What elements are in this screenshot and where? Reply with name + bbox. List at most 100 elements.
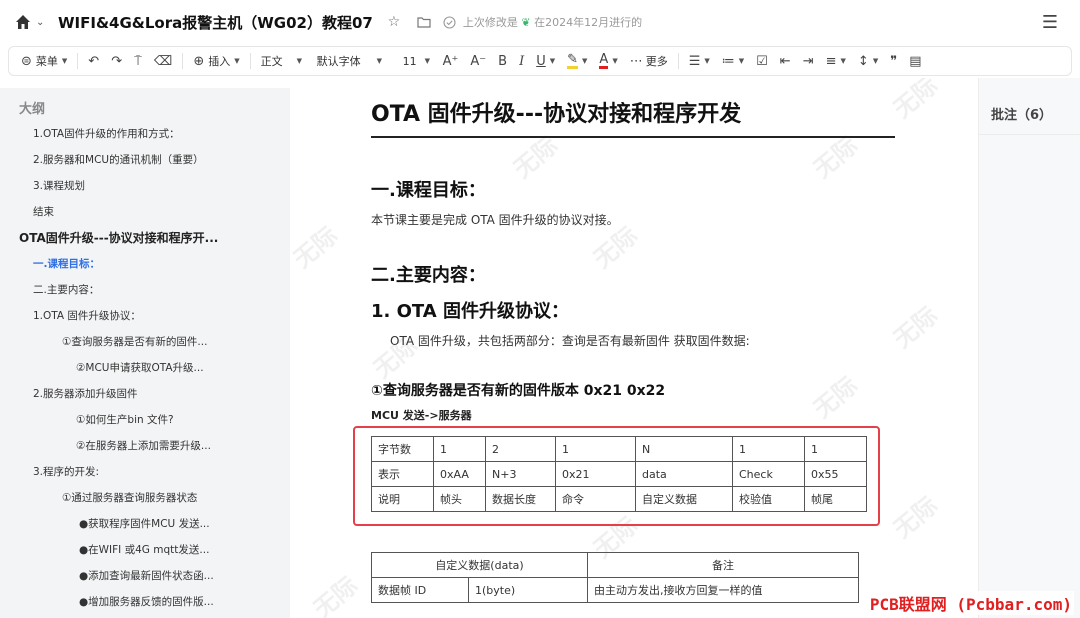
quote-button[interactable]: ❞: [884, 49, 903, 73]
redo-button[interactable]: ↷: [105, 49, 128, 73]
outline-item[interactable]: 二.主要内容：: [33, 282, 99, 297]
comments-count-label[interactable]: 批注（6）: [991, 104, 1052, 123]
more-dots-icon: ⋯: [629, 53, 643, 69]
align-button[interactable]: ≡ ▼: [820, 49, 852, 73]
table-cell: 数据长度: [485, 486, 556, 512]
outline-item[interactable]: ●增加服务器反馈的固件版...: [79, 594, 214, 609]
menu-button[interactable]: ⊜ 菜单 ▼: [15, 49, 73, 73]
table-header-row: 自定义数据(data) 备注: [371, 552, 859, 578]
card-button[interactable]: ▤: [903, 49, 927, 73]
table-cell: 表示: [371, 461, 434, 487]
outline-item[interactable]: ●添加查询最新固件状态函...: [79, 568, 214, 583]
leaf-icon: ❦: [521, 16, 531, 29]
outline-item[interactable]: 1.OTA 固件升级协议：: [33, 308, 141, 323]
outline-item[interactable]: ●获取程序固件MCU 发送...: [79, 516, 210, 531]
save-status: 上次修改是 ❦ 在2024年12月进行的: [463, 14, 642, 30]
document-heading: OTA 固件升级---协议对接和程序开发: [371, 96, 895, 138]
checkbox-icon: ☑: [756, 53, 768, 69]
line-spacing-button[interactable]: ↕ ▼: [852, 49, 884, 73]
home-icon[interactable]: [12, 11, 34, 33]
decrease-font-button[interactable]: A⁻: [464, 49, 492, 73]
toolbar-divider: [77, 53, 79, 69]
table-cell: 字节数: [371, 436, 434, 462]
dropdown-arrow-icon: ▼: [840, 57, 846, 65]
redo-icon: ↷: [111, 53, 123, 69]
outline-item[interactable]: ②MCU申请获取OTA升级...: [76, 360, 204, 375]
outline-item[interactable]: 1.OTA固件升级的作用和方式：: [33, 126, 180, 141]
chevron-down-icon[interactable]: ⌄: [36, 17, 50, 28]
table-cell: 说明: [371, 486, 434, 512]
font-family-label: 默认字体: [316, 55, 361, 68]
table-cell: N+3: [485, 461, 556, 487]
table-cell: 1: [732, 436, 805, 462]
outline-item[interactable]: ①通过服务器查询服务器状态: [62, 490, 197, 505]
increase-font-button[interactable]: A⁺: [437, 49, 465, 73]
undo-icon: ↶: [88, 53, 100, 69]
plus-circle-icon: ⊕: [193, 53, 205, 69]
indent-button[interactable]: ⇥: [797, 49, 820, 73]
menu-circle-icon: ⊜: [21, 53, 32, 69]
table-cell: 0x55: [804, 461, 867, 487]
underline-button[interactable]: U ▼: [530, 49, 561, 73]
bold-button[interactable]: B: [492, 49, 513, 73]
saved-check-icon: [441, 13, 459, 31]
outline-item[interactable]: ●在WIFI 或4G mqtt发送...: [79, 542, 209, 557]
table-header-cell: 自定义数据(data): [371, 552, 588, 578]
outline-item[interactable]: 3.课程规划: [33, 178, 85, 193]
watermark: 无际: [888, 491, 943, 544]
folder-icon[interactable]: [415, 13, 433, 31]
eraser-icon: ⌫: [153, 53, 173, 69]
font-color-icon: A: [599, 52, 609, 69]
font-increase-icon: A⁺: [442, 53, 459, 69]
toolbar-divider: [182, 53, 184, 69]
table-cell: 0x21: [555, 461, 636, 487]
table-header-cell: 备注: [587, 552, 859, 578]
table-cell: 2: [485, 436, 556, 462]
dropdown-arrow-icon: ▼: [612, 57, 618, 65]
highlight-button[interactable]: ✎ ▼: [561, 49, 593, 73]
underline-icon: U: [536, 53, 546, 69]
outline-item-active[interactable]: 一.课程目标：: [33, 256, 100, 271]
outline-item[interactable]: 3.程序的开发:: [33, 464, 99, 479]
bullet-list-icon: ☰: [688, 53, 701, 69]
outline-item[interactable]: ②在服务器上添加需要升级...: [76, 438, 211, 453]
clear-format-button[interactable]: ⌫: [148, 49, 178, 73]
paragraph-style-select[interactable]: 正文 ▼: [255, 49, 311, 73]
app-window: ⌄ WIFI&4G&Lora报警主机（WG02）教程07 ☆ 上次修改是 ❦ 在…: [0, 0, 1080, 618]
document-canvas[interactable]: 无际 无际 无际 无际 无际 无际 无际 无际 无际 无际 无际 OTA 固件升…: [290, 78, 978, 618]
quote-icon: ❞: [890, 53, 898, 69]
outline-item[interactable]: OTA固件升级---协议对接和程序开...: [19, 229, 218, 246]
outline-item[interactable]: 2.服务器和MCU的通讯机制（重要）: [33, 152, 204, 167]
dropdown-arrow-icon: ▼: [704, 57, 710, 65]
paragraph: OTA 固件升级，共包括两部分：查询是否有最新固件 获取固件数据:: [390, 334, 750, 348]
outline-item[interactable]: 2.服务器添加升级固件: [33, 386, 138, 401]
more-button[interactable]: ⋯ 更多: [624, 49, 674, 73]
document-title[interactable]: WIFI&4G&Lora报警主机（WG02）教程07: [58, 12, 373, 33]
hamburger-menu-icon[interactable]: ☰: [1042, 12, 1058, 33]
outdent-button[interactable]: ⇤: [774, 49, 797, 73]
font-family-select[interactable]: 默认字体 ▼: [311, 49, 397, 73]
undo-button[interactable]: ↶: [82, 49, 105, 73]
bullet-list-button[interactable]: ☰ ▼: [683, 49, 716, 73]
outdent-icon: ⇤: [779, 53, 791, 69]
outline-item[interactable]: ①如何生产bin 文件?: [76, 412, 174, 427]
section-heading: 二.主要内容：: [371, 265, 486, 286]
star-icon[interactable]: ☆: [385, 13, 403, 31]
table-row: 表示 0xAA N+3 0x21 data Check 0x55: [371, 461, 867, 487]
italic-button[interactable]: I: [513, 49, 530, 73]
direction-label: MCU 发送->服务器: [371, 409, 472, 422]
section-heading: 一.课程目标：: [371, 180, 486, 201]
site-watermark-text: PCB联盟网 (Pcbbar.com): [867, 591, 1074, 615]
font-color-button[interactable]: A ▼: [593, 49, 623, 73]
outline-item[interactable]: 结束: [33, 204, 54, 219]
insert-button[interactable]: ⊕ 插入 ▼: [187, 49, 245, 73]
dropdown-arrow-icon: ▼: [61, 57, 68, 65]
table-cell: 校验值: [732, 486, 805, 512]
checklist-button[interactable]: ☑: [750, 49, 774, 73]
outline-item[interactable]: ①查询服务器是否有新的固件...: [62, 334, 207, 349]
table-cell: 命令: [555, 486, 636, 512]
line-spacing-icon: ↕: [857, 53, 869, 69]
font-size-select[interactable]: 11 ▼: [397, 49, 437, 73]
numbered-list-button[interactable]: ≔ ▼: [716, 49, 750, 73]
format-painter-button[interactable]: ⍑: [128, 49, 148, 73]
